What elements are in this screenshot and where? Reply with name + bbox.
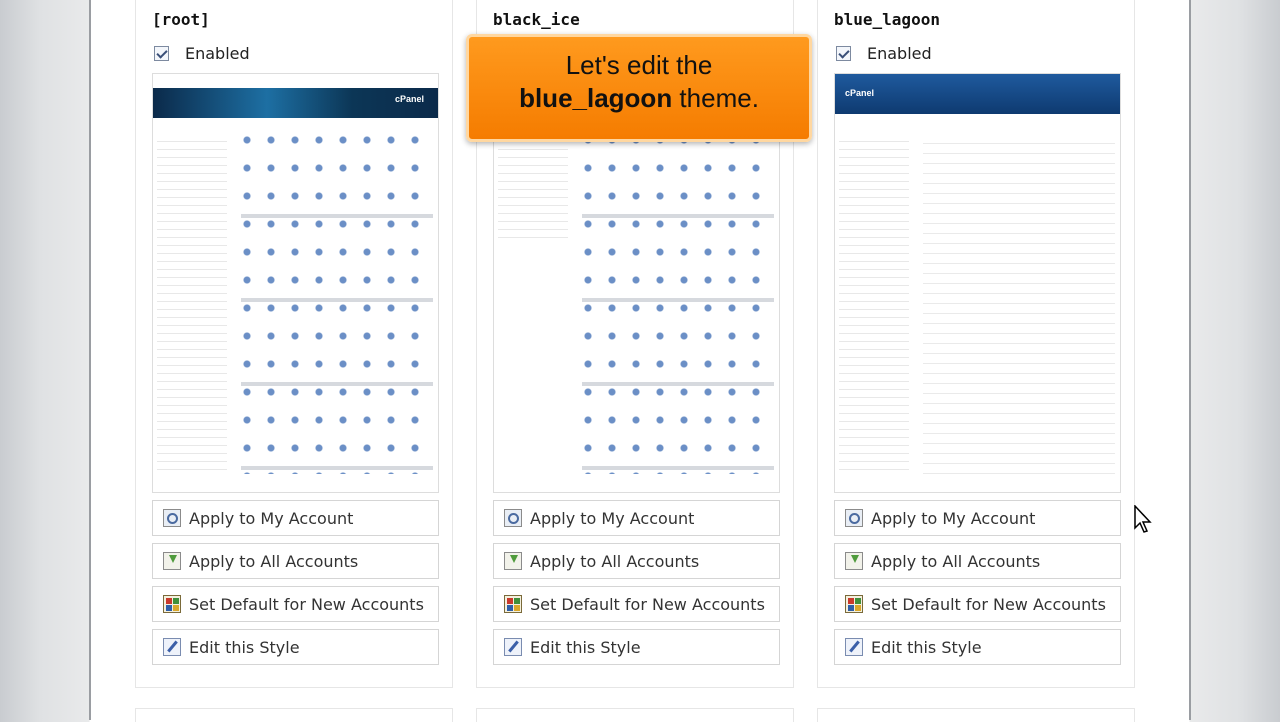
preview-logo: cPanel (394, 94, 424, 104)
edit-style-button[interactable]: Edit this Style (152, 629, 439, 665)
page-right-edge (1189, 0, 1191, 720)
preview-main (241, 134, 433, 474)
grid-icon (845, 595, 863, 613)
preview-sidebar (839, 134, 909, 474)
enabled-row: Enabled (154, 44, 250, 63)
edit-style-button[interactable]: Edit this Style (834, 629, 1121, 665)
preview-main (582, 134, 774, 474)
button-label: Apply to All Accounts (189, 551, 359, 571)
enabled-label: Enabled (867, 44, 932, 63)
theme-preview-image: cPanel (152, 73, 439, 493)
magnifier-icon (504, 509, 522, 527)
edit-style-button[interactable]: Edit this Style (493, 629, 780, 665)
set-default-button[interactable]: Set Default for New Accounts (493, 586, 780, 622)
preview-banner (835, 74, 1120, 114)
tutorial-callout: Let's edit the blue_lagoon theme. (466, 34, 812, 142)
theme-name: blue_lagoon (834, 10, 940, 29)
apply-to-all-accounts-button[interactable]: Apply to All Accounts (493, 543, 780, 579)
button-label: Edit this Style (189, 637, 300, 657)
button-label: Apply to All Accounts (530, 551, 700, 571)
theme-preview-image: cPanel (834, 73, 1121, 493)
pencil-icon (845, 638, 863, 656)
theme-card-blue-lagoon: blue_lagoon Enabled cPanel Apply to My A… (817, 0, 1135, 688)
preview-sidebar (498, 134, 568, 244)
download-icon (845, 552, 863, 570)
callout-line-2: blue_lagoon theme. (469, 82, 809, 115)
download-icon (163, 552, 181, 570)
button-label: Apply to All Accounts (871, 551, 1041, 571)
magnifier-icon (163, 509, 181, 527)
magnifier-icon (845, 509, 863, 527)
button-label: Edit this Style (530, 637, 641, 657)
apply-to-all-accounts-button[interactable]: Apply to All Accounts (834, 543, 1121, 579)
page-left-edge (89, 0, 91, 720)
enabled-checkbox[interactable] (836, 46, 851, 61)
theme-name: [root] (152, 10, 210, 29)
preview-logo: cPanel (845, 88, 875, 98)
theme-name: black_ice (493, 10, 580, 29)
button-label: Set Default for New Accounts (189, 594, 424, 614)
button-label: Edit this Style (871, 637, 982, 657)
pencil-icon (504, 638, 522, 656)
apply-to-all-accounts-button[interactable]: Apply to All Accounts (152, 543, 439, 579)
callout-theme-name: blue_lagoon (519, 83, 673, 113)
set-default-button[interactable]: Set Default for New Accounts (152, 586, 439, 622)
grid-icon (163, 595, 181, 613)
download-icon (504, 552, 522, 570)
apply-to-my-account-button[interactable]: Apply to My Account (834, 500, 1121, 536)
callout-suffix: theme. (672, 83, 759, 113)
callout-line-1: Let's edit the (565, 50, 713, 80)
button-label: Apply to My Account (530, 508, 695, 528)
button-label: Apply to My Account (189, 508, 354, 528)
preview-main (923, 134, 1115, 474)
enabled-label: Enabled (185, 44, 250, 63)
preview-sidebar (157, 134, 227, 474)
pencil-icon (163, 638, 181, 656)
apply-to-my-account-button[interactable]: Apply to My Account (493, 500, 780, 536)
apply-to-my-account-button[interactable]: Apply to My Account (152, 500, 439, 536)
button-label: Apply to My Account (871, 508, 1036, 528)
grid-icon (504, 595, 522, 613)
button-label: Set Default for New Accounts (530, 594, 765, 614)
set-default-button[interactable]: Set Default for New Accounts (834, 586, 1121, 622)
theme-card-root: [root] Enabled cPanel Apply to My Accoun… (135, 0, 453, 688)
enabled-row: Enabled (836, 44, 932, 63)
enabled-checkbox[interactable] (154, 46, 169, 61)
button-label: Set Default for New Accounts (871, 594, 1106, 614)
